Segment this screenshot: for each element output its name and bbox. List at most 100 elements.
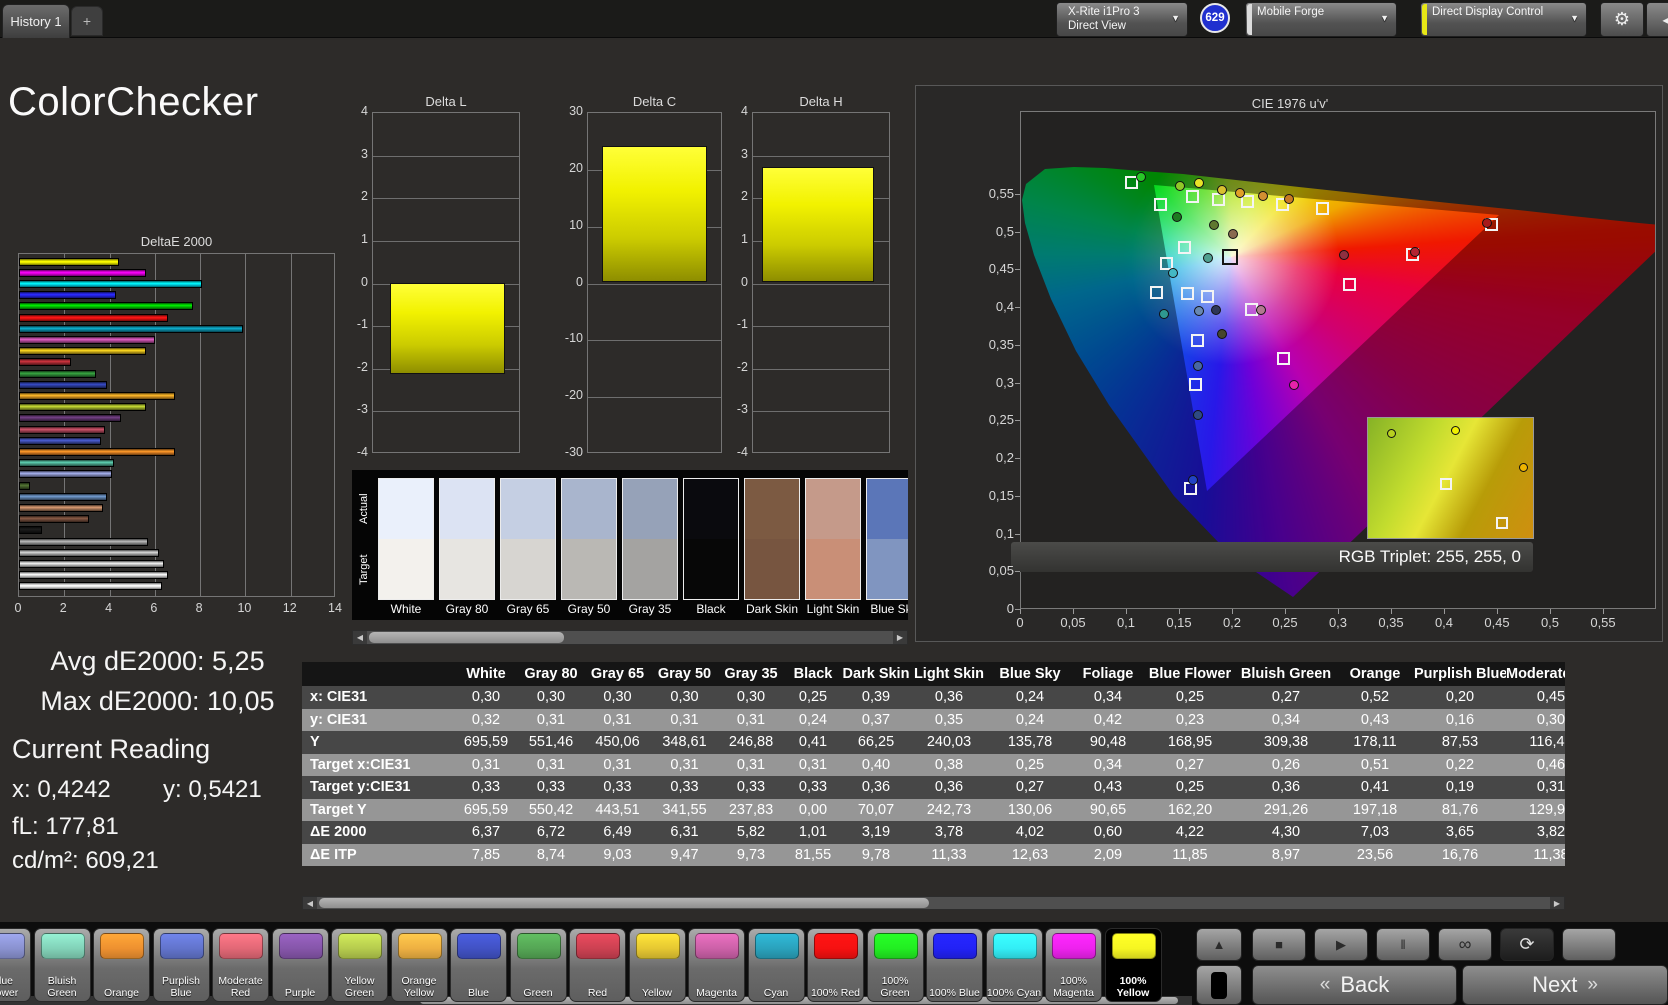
patch-button-orange-yellow[interactable]: Orange Yellow (391, 928, 448, 1002)
axis-tick-label: 0,55 (972, 186, 1014, 201)
scrollbar-thumb[interactable] (319, 898, 929, 908)
patch-button-magenta[interactable]: Magenta (688, 928, 745, 1002)
table-cell: 0,19 (1414, 776, 1506, 799)
table-cell: 0,00 (784, 799, 842, 822)
swatch-light-skin (805, 478, 861, 600)
patch-list-up-button[interactable]: ▲ (1196, 928, 1242, 961)
source-dropdown[interactable]: Mobile Forge ▼ (1245, 2, 1397, 37)
table-cell: 0,39 (842, 686, 910, 709)
table-cell: 0,31 (584, 754, 651, 777)
inset-target-marker (1440, 478, 1452, 490)
patch-button-moderate-red[interactable]: Moderate Red (212, 928, 269, 1002)
axis-tick-label: 0,1 (1104, 615, 1148, 630)
de-bar-gray-80 (19, 571, 168, 579)
patch-button-green[interactable]: Green (510, 928, 567, 1002)
cie-actual-marker (1256, 305, 1266, 315)
table-cell: 9,78 (842, 844, 910, 867)
patch-button-100-cyan[interactable]: 100% Cyan (986, 928, 1043, 1002)
loop-button[interactable]: ∞ (1438, 928, 1492, 961)
de-bar-white (19, 582, 162, 590)
cie-actual-marker (1168, 268, 1178, 278)
table-cell: 4,02 (988, 821, 1072, 844)
cie-actual-marker (1258, 191, 1268, 201)
back-button[interactable]: « Back (1252, 965, 1457, 1005)
table-cell: 0,36 (842, 776, 910, 799)
patch-button-purple[interactable]: Purple (272, 928, 329, 1002)
patch-swatch (100, 933, 144, 959)
table-header-cell: Black (784, 662, 842, 686)
workflow-dropdown[interactable]: Direct Display Control ▼ (1420, 2, 1587, 37)
patch-button-100-blue[interactable]: 100% Blue (926, 928, 983, 1002)
patch-button-100-magenta[interactable]: 100% Magenta (1045, 928, 1102, 1002)
add-tab-button[interactable]: + (71, 6, 103, 36)
axis-tick-label: -3 (714, 402, 748, 417)
stop-button[interactable]: ■ (1252, 928, 1306, 961)
reading-cd-value: cd/m²: 609,21 (12, 847, 159, 875)
patch-button-yellow[interactable]: Yellow (629, 928, 686, 1002)
table-cell: 0,30 (584, 686, 651, 709)
table-cell: 309,38 (1236, 731, 1336, 754)
pause-button[interactable]: ‖ (1376, 928, 1430, 961)
patch-button-cyan[interactable]: Cyan (748, 928, 805, 1002)
next-button[interactable]: Next » (1462, 965, 1668, 1005)
gridline (753, 284, 889, 285)
table-cell: 0,20 (1414, 686, 1506, 709)
patch-swatch (398, 933, 442, 959)
patch-swatch (338, 933, 382, 959)
source-label: Mobile Forge (1257, 5, 1324, 19)
measurement-count-badge[interactable]: 629 (1200, 3, 1230, 33)
scroll-left-arrow[interactable]: ◀ (303, 897, 317, 909)
axis-tick-label: 10 (232, 601, 256, 615)
collapse-panel-button[interactable]: ◀ (1646, 2, 1668, 37)
patch-button-orange[interactable]: Orange (93, 928, 150, 1002)
de-bar-100-magenta (19, 269, 146, 277)
swatch-strip-scrollbar[interactable]: ◀ ▶ (352, 630, 908, 645)
de-bar-purple (19, 414, 121, 422)
patch-button-100-yellow[interactable]: 100% Yellow (1105, 928, 1162, 1002)
cie-target-marker (1189, 378, 1202, 391)
patch-swatch (160, 933, 204, 959)
patch-swatch (41, 933, 85, 959)
knob-button[interactable] (1562, 928, 1616, 961)
patch-button-100-red[interactable]: 100% Red (807, 928, 864, 1002)
tab-history-1[interactable]: History 1 (2, 4, 70, 38)
table-row: y: CIE310,320,310,310,310,310,240,370,35… (302, 709, 1565, 732)
display-mode-button[interactable] (1196, 965, 1242, 1005)
table-cell: 0,43 (1336, 709, 1414, 732)
patch-button-100-green[interactable]: 100% Green (867, 928, 924, 1002)
play-button[interactable]: ▶ (1314, 928, 1368, 961)
page-title: ColorChecker (8, 80, 259, 125)
patch-button-bluish-green[interactable]: Bluish Green (34, 928, 91, 1002)
tick-mark (1232, 609, 1233, 614)
scroll-right-arrow[interactable]: ▶ (1550, 897, 1564, 909)
settings-button[interactable]: ⚙ (1600, 2, 1644, 37)
scroll-right-arrow[interactable]: ▶ (893, 631, 907, 644)
axis-tick-label: -2 (334, 360, 368, 375)
table-header-cell: White (454, 662, 518, 686)
table-cell: 237,83 (718, 799, 784, 822)
swatch-actual (440, 479, 494, 539)
scrollbar-thumb[interactable] (369, 632, 564, 643)
table-scrollbar[interactable]: ◀ ▶ (302, 896, 1565, 910)
top-bar: History 1 + X-Rite i1Pro 3Direct View ▼ … (0, 0, 1668, 38)
meter-dropdown[interactable]: X-Rite i1Pro 3Direct View ▼ (1056, 2, 1188, 37)
patch-button-purplish-blue[interactable]: Purplish Blue (153, 928, 210, 1002)
patch-button-red[interactable]: Red (569, 928, 626, 1002)
patch-button-blue-flower[interactable]: Blue Flower (0, 928, 31, 1002)
patch-button-yellow-green[interactable]: Yellow Green (331, 928, 388, 1002)
table-cell: 0,33 (454, 776, 518, 799)
refresh-button[interactable]: ⟳ (1500, 928, 1554, 961)
patch-swatch (0, 933, 25, 959)
patch-label: Bluish Green (35, 960, 90, 999)
scroll-left-arrow[interactable]: ◀ (353, 631, 367, 644)
chevron-down-icon: ▼ (1380, 13, 1389, 23)
table-cell: 0,41 (784, 731, 842, 754)
axis-tick-label: 0,2 (972, 450, 1014, 465)
patch-button-blue[interactable]: Blue (450, 928, 507, 1002)
loop-icon: ∞ (1459, 934, 1472, 955)
table-header-row: WhiteGray 80Gray 65Gray 50Gray 35BlackDa… (302, 662, 1565, 686)
table-cell: 0,33 (584, 776, 651, 799)
table-header-cell: Gray 35 (718, 662, 784, 686)
source-status-stripe (1247, 4, 1252, 35)
swatch-target (745, 539, 799, 599)
